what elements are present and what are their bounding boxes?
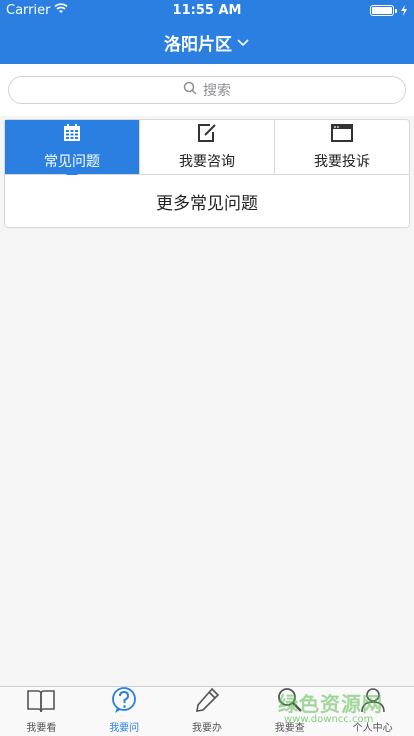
- status-bar: Carrier 11:55 AM: [0, 0, 414, 22]
- tabbar-item-handle[interactable]: 我要办: [166, 687, 249, 736]
- region-selector[interactable]: 洛阳片区: [0, 30, 414, 55]
- pencil-icon: [192, 686, 222, 717]
- tabbar-item-query[interactable]: 我要查: [248, 687, 331, 736]
- tab-complaint[interactable]: 我要投诉: [275, 120, 409, 174]
- search-icon: [183, 81, 197, 99]
- tabbar-item-look[interactable]: 我要看: [0, 687, 83, 736]
- person-icon: [358, 686, 388, 717]
- question-tabs: 常见问题 我要咨询 我要投诉: [4, 119, 410, 181]
- browser-window-icon: [331, 123, 353, 147]
- tab-faq[interactable]: 常见问题: [5, 120, 140, 181]
- tab-label: 我要投诉: [314, 154, 370, 170]
- battery-fill: [372, 7, 392, 14]
- bottom-tab-bar: 我要看 我要问 我要办 我要查 个人中心: [0, 686, 414, 736]
- search-area: 搜索: [0, 64, 414, 116]
- question-icon: [109, 686, 139, 717]
- more-faq-button[interactable]: 更多常见问题: [4, 175, 410, 228]
- book-icon: [26, 688, 56, 717]
- search-placeholder: 搜索: [203, 83, 231, 99]
- tabbar-item-ask[interactable]: 我要问: [83, 687, 166, 736]
- tab-label: 常见问题: [44, 154, 100, 170]
- status-time: 11:55 AM: [172, 3, 242, 18]
- tab-consult[interactable]: 我要咨询: [140, 120, 275, 174]
- edit-icon: [196, 123, 218, 147]
- more-faq-label: 更多常见问题: [156, 193, 258, 214]
- tabbar-label: 我要办: [191, 723, 222, 734]
- calendar-grid-icon: [62, 123, 82, 147]
- tabbar-label: 我要看: [26, 723, 57, 734]
- tabbar-label: 个人中心: [352, 723, 393, 734]
- tabbar-label: 我要查: [274, 723, 305, 734]
- search-input[interactable]: 搜索: [8, 76, 406, 104]
- app-header: Carrier 11:55 AM 洛阳片区: [0, 0, 414, 64]
- tab-label: 我要咨询: [179, 154, 235, 170]
- battery-icon: [370, 5, 408, 16]
- magnifier-icon: [275, 686, 305, 717]
- tabbar-label: 我要问: [109, 723, 140, 734]
- chevron-down-icon: [236, 33, 250, 53]
- nav-title: 洛阳片区: [164, 35, 232, 55]
- tabbar-item-profile[interactable]: 个人中心: [331, 687, 414, 736]
